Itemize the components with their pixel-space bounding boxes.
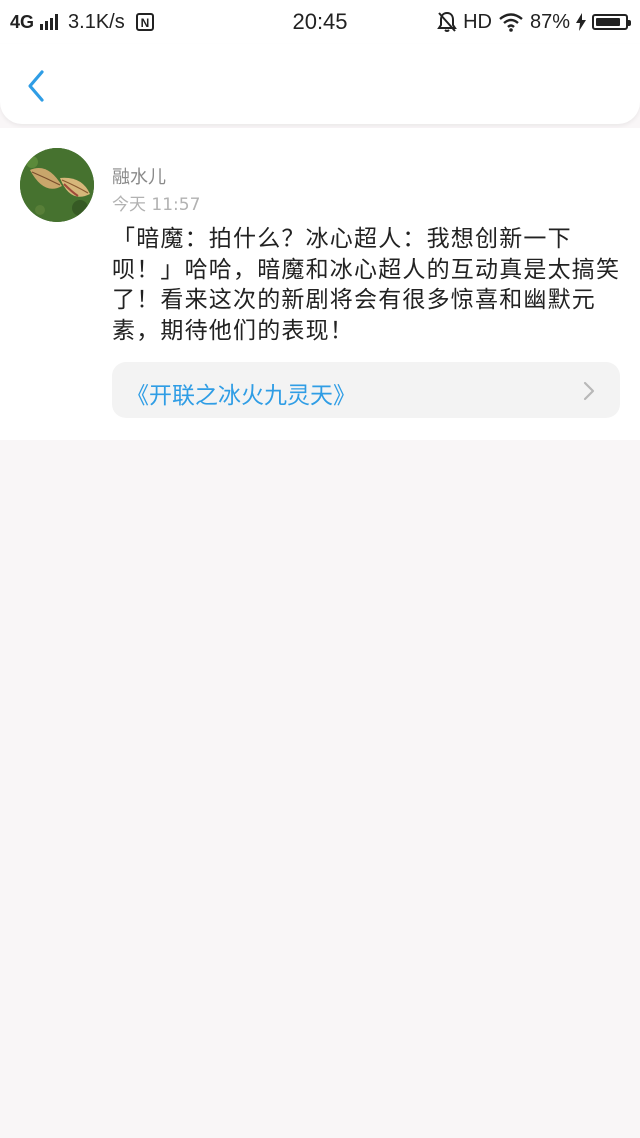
chevron-right-icon bbox=[583, 381, 595, 401]
battery-level bbox=[596, 18, 621, 26]
post-content: 「暗魔：拍什么？冰心超人：我想创新一下呗！」哈哈，暗魔和冰心超人的互动真是太搞笑… bbox=[112, 226, 621, 344]
network-speed: 3.1K/s bbox=[68, 10, 125, 33]
avatar-leaves-image bbox=[20, 148, 94, 222]
nfc-icon: N bbox=[135, 13, 154, 31]
status-right: HD 87% bbox=[437, 0, 631, 44]
topic-link-card[interactable]: 《开联之冰火九灵天》 bbox=[112, 362, 620, 418]
chevron-left-icon bbox=[28, 70, 44, 102]
nav-bar bbox=[0, 44, 640, 124]
battery-icon bbox=[592, 14, 631, 30]
svg-text:N: N bbox=[140, 16, 149, 30]
mute-bell-icon bbox=[437, 11, 457, 32]
username[interactable]: 融水儿 bbox=[112, 163, 166, 189]
wifi-icon bbox=[499, 13, 523, 32]
charging-icon bbox=[576, 13, 586, 31]
back-button[interactable] bbox=[18, 66, 54, 106]
battery-percent: 87% bbox=[529, 10, 570, 33]
status-bar: 4G 3.1K/s N 20:45 HD 87% bbox=[0, 0, 640, 44]
post-timestamp: 今天 11:57 bbox=[112, 195, 201, 215]
post-card: 融水儿 今天 11:57 「暗魔：拍什么？冰心超人：我想创新一下呗！」哈哈，暗魔… bbox=[0, 128, 640, 440]
signal-icon bbox=[40, 14, 59, 30]
avatar[interactable] bbox=[20, 148, 94, 222]
hd-label: HD bbox=[463, 10, 492, 33]
status-left: 4G 3.1K/s N bbox=[10, 0, 155, 44]
topic-link-title: 《开联之冰火九灵天》 bbox=[126, 383, 356, 409]
network-type: 4G bbox=[10, 11, 35, 32]
